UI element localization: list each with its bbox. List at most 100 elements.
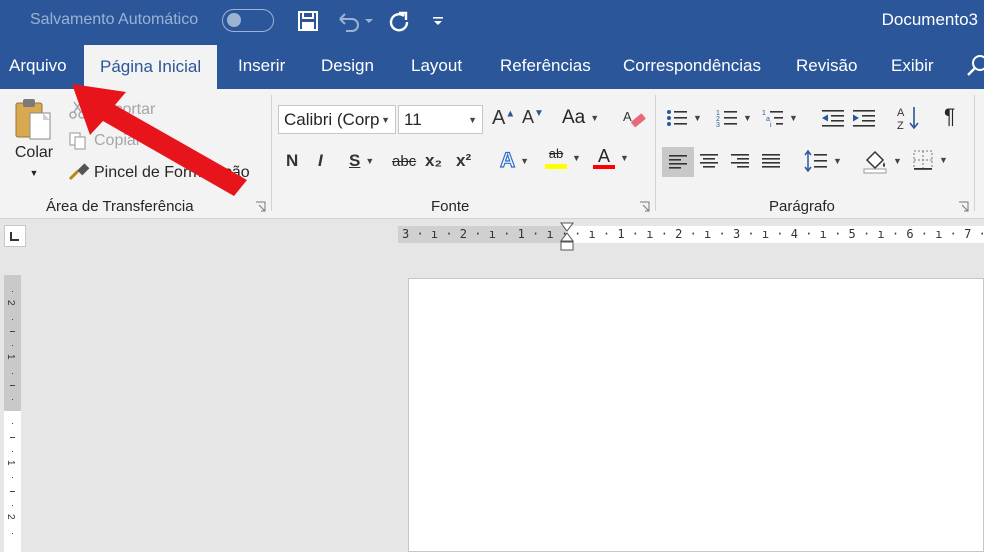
highlight-label: ab [548,146,564,161]
line-spacing-button[interactable]: ▼ [804,150,842,172]
multilevel-list-button[interactable]: 1ai ▼ [762,108,798,128]
font-name-value: Calibri (Corp [284,110,380,129]
chevron-down-icon: ▼ [468,115,477,125]
search-icon [967,55,984,76]
vertical-ruler-ticks: 2 1 1 2 [5,291,16,534]
chevron-down-icon: ▼ [590,113,600,123]
left-tab-icon [10,232,19,241]
paste-label: Colar [14,144,54,161]
font-name-combo[interactable]: Calibri (Corp ▼ [278,105,396,134]
tab-correspondencias[interactable]: Correspondências [623,42,761,89]
save-button[interactable] [294,7,322,35]
clipboard-dialog-launcher-icon[interactable] [255,201,266,212]
svg-text:i: i [770,122,772,128]
save-icon [298,11,318,31]
svg-text:1: 1 [5,460,16,466]
clear-formatting-button[interactable]: A [622,107,646,131]
chevron-down-icon: ▼ [939,155,948,165]
undo-button[interactable] [334,7,374,35]
sort-button[interactable]: AZ [897,105,921,131]
scissors-icon [69,101,86,119]
chevron-down-icon: ▼ [365,156,375,166]
align-center-button[interactable] [699,153,719,169]
tab-revisao[interactable]: Revisão [796,42,857,89]
paint-bucket-icon [863,150,887,174]
customize-icon [433,17,443,25]
font-dialog-launcher-icon[interactable] [639,201,650,212]
highlight-button[interactable]: ab ▼ [545,147,581,169]
ribbon-tabs: Arquivo Página Inicial Inserir Design La… [0,42,984,89]
font-size-combo[interactable]: 11 ▼ [398,105,483,134]
numbering-button[interactable]: 123 ▼ [716,108,752,128]
font-color-button[interactable]: A ▼ [593,147,629,169]
tab-exibir[interactable]: Exibir [891,42,934,89]
font-group-label: Fonte [431,198,470,215]
undo-icon [339,13,373,32]
change-case-button[interactable]: Aa ▼ [562,107,599,129]
shrink-font-button[interactable]: A▼ [522,107,544,128]
chevron-down-icon: ▼ [381,115,390,125]
decrease-indent-button[interactable] [820,108,846,128]
redo-button[interactable] [385,7,413,35]
chevron-down-icon: ▼ [520,156,530,166]
chevron-down-icon: ▼ [620,153,629,163]
pilcrow-icon: ¶ [944,105,956,128]
ruler-right-ticks: · ı · 1 · ı · 2 · ı · 3 · ı · 4 · ı · 5 … [574,227,984,241]
paragraph-dialog-launcher-icon[interactable] [958,201,969,212]
borders-icon [913,150,933,170]
svg-text:2: 2 [5,514,16,520]
group-separator [655,95,656,211]
vertical-ruler[interactable]: 2 1 1 2 [4,275,21,552]
subscript-button[interactable]: x₂ [425,151,442,171]
line-spacing-icon [804,150,827,172]
grow-font-button[interactable]: A▲ [492,107,515,130]
indent-marker-icon[interactable] [560,222,574,252]
svg-text:2: 2 [5,300,16,306]
tab-referencias[interactable]: Referências [500,42,591,89]
align-left-icon [669,155,687,169]
horizontal-ruler[interactable]: 3 · ı · 2 · ı · 1 · ı · · ı · 1 · ı · 2 … [398,222,984,251]
autosave-toggle[interactable] [222,9,274,32]
tab-layout[interactable]: Layout [411,42,462,89]
copy-button[interactable]: Copiar [68,130,141,152]
tab-arquivo[interactable]: Arquivo [9,42,67,89]
change-case-label: Aa [562,107,586,128]
borders-button[interactable]: ▼ [912,149,948,171]
tab-selector[interactable] [4,225,26,247]
ribbon: Colar ▼ Recortar Copiar Pincel de Format… [0,89,984,219]
tab-design[interactable]: Design [321,42,374,89]
tab-inserir[interactable]: Inserir [238,42,285,89]
tell-me-search[interactable] [966,54,984,83]
text-effects-button[interactable]: A ▼ [499,148,530,173]
bold-button[interactable]: N [286,151,298,171]
group-separator [974,95,975,211]
bullets-button[interactable]: ▼ [666,108,702,128]
show-formatting-marks-button[interactable]: ¶ [944,105,955,129]
shading-button[interactable]: ▼ [862,148,902,174]
chevron-down-icon: ▼ [789,113,798,123]
svg-text:3: 3 [716,122,720,128]
tab-pagina-inicial[interactable]: Página Inicial [84,45,218,89]
grow-font-icon: A▲ [492,107,516,129]
italic-button[interactable]: I [318,151,323,171]
strikethrough-button[interactable]: abc [392,153,416,170]
format-painter-button[interactable]: Pincel de Formatação [68,162,250,184]
justify-button[interactable] [761,153,781,169]
align-left-button[interactable] [662,147,694,177]
paste-button[interactable]: Colar ▼ [10,97,58,189]
superscript-button[interactable]: x² [456,151,471,171]
clipboard-group-label: Área de Transferência [46,198,194,215]
justify-icon [762,154,780,168]
svg-text:A: A [623,109,632,124]
chevron-down-icon: ▼ [572,153,581,163]
cut-button[interactable]: Recortar [68,99,155,121]
paste-icon [15,99,51,140]
customize-qat-button[interactable] [428,7,448,35]
svg-text:Z: Z [897,120,904,131]
underline-button[interactable]: S ▼ [349,151,374,171]
document-page[interactable] [408,278,984,552]
decrease-indent-icon [822,110,844,127]
copy-icon [69,132,86,150]
align-right-button[interactable] [730,153,750,169]
increase-indent-button[interactable] [851,108,877,128]
